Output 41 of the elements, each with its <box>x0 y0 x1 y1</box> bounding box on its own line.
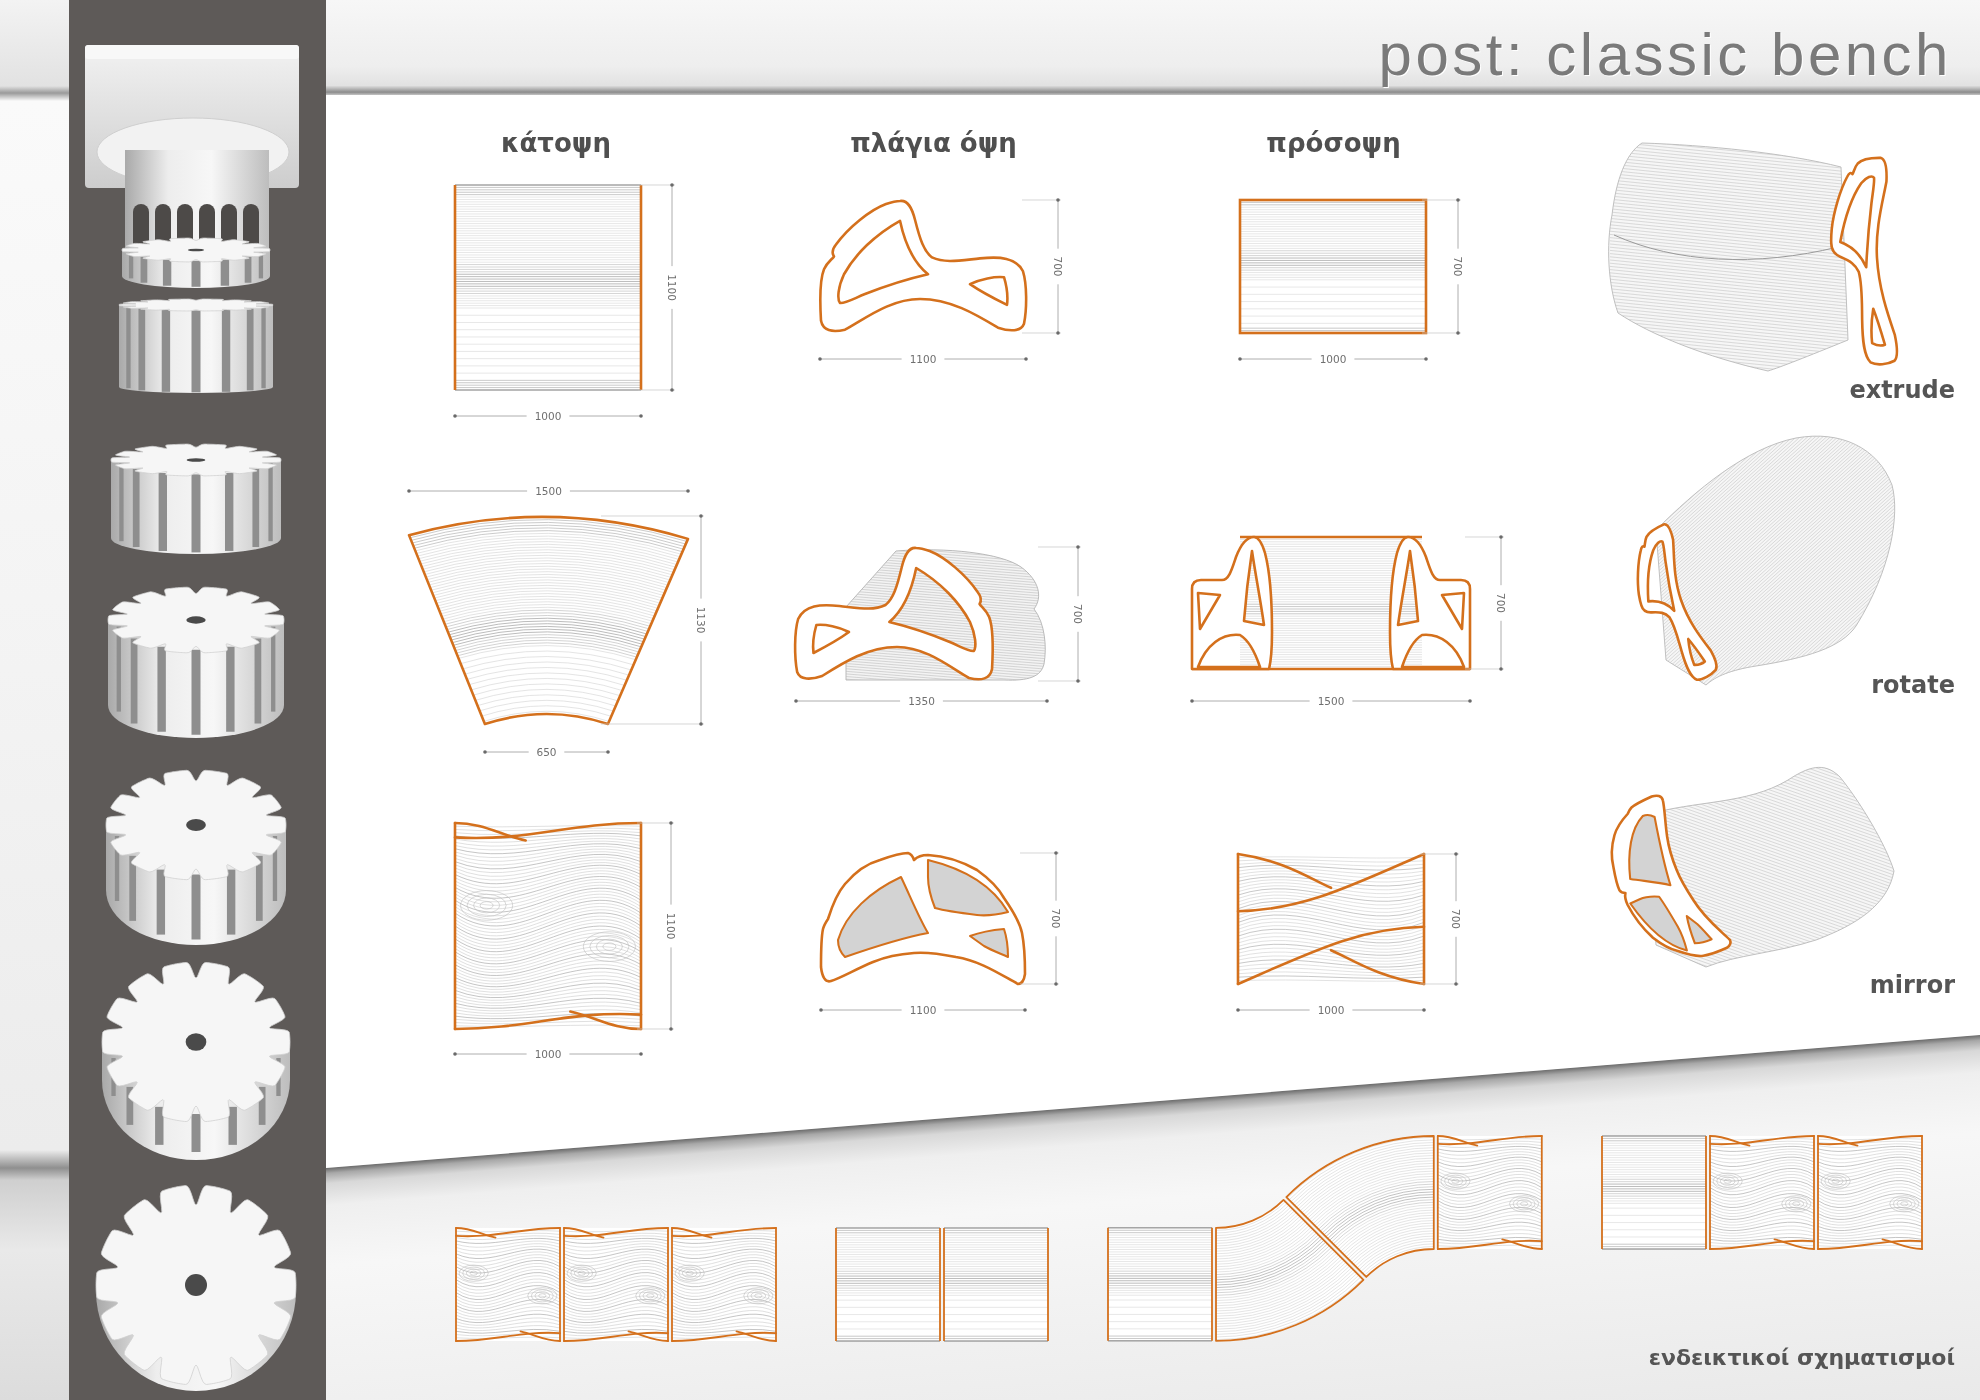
dimension-label: 700 <box>1495 593 1507 613</box>
dimension-label: 1000 <box>534 410 562 422</box>
dimension-line <box>1021 198 1062 250</box>
dimension-line <box>1464 620 1505 671</box>
dimension-line <box>1021 283 1062 335</box>
dimension-label: 700 <box>1072 604 1084 624</box>
poster-title: post: classic bench <box>1378 25 1952 90</box>
dimension-line <box>1421 198 1462 250</box>
dimension-label: 1000 <box>534 1048 562 1060</box>
dimension-label: 1100 <box>665 912 677 940</box>
dimension-label: 700 <box>1452 256 1464 277</box>
dimension-label: 700 <box>1450 909 1462 929</box>
dimension-label: 1000 <box>1317 1004 1345 1016</box>
formations-label: ενδεικτικοί σχηματισμοί <box>1648 1344 1955 1372</box>
operation-label: rotate <box>1871 670 1955 700</box>
dimension-label: 1350 <box>908 695 935 707</box>
dimension-label: 1130 <box>695 606 707 634</box>
dimension-line <box>1464 535 1505 586</box>
view-heading: πλάγια όψη <box>849 128 1018 158</box>
dimension-label: 1100 <box>909 353 937 365</box>
view-heading: πρόσοψη <box>1265 128 1402 158</box>
dimension-line <box>483 750 530 754</box>
dimension-label: 1100 <box>909 1004 937 1016</box>
dimension-line <box>1019 851 1060 902</box>
dimension-line <box>1037 631 1082 683</box>
dimension-line <box>1419 852 1460 902</box>
dimension-line <box>563 750 610 754</box>
dimension-label: 1100 <box>666 274 678 301</box>
dimension-line <box>1419 936 1460 986</box>
dimension-label: 1500 <box>535 485 562 497</box>
operation-label: extrude <box>1849 375 1955 405</box>
operation-label: mirror <box>1869 970 1955 1000</box>
view-heading: κάτοψη <box>500 128 612 158</box>
dimension-label: 700 <box>1050 908 1062 929</box>
dimension-line <box>1421 283 1462 335</box>
dimension-label: 700 <box>1052 256 1064 277</box>
dimension-label: 1000 <box>1319 353 1347 365</box>
dimension-line <box>1019 935 1060 986</box>
dimension-line <box>1037 545 1082 597</box>
dimension-label: 1500 <box>1317 695 1345 707</box>
dimension-label: 650 <box>536 746 557 758</box>
